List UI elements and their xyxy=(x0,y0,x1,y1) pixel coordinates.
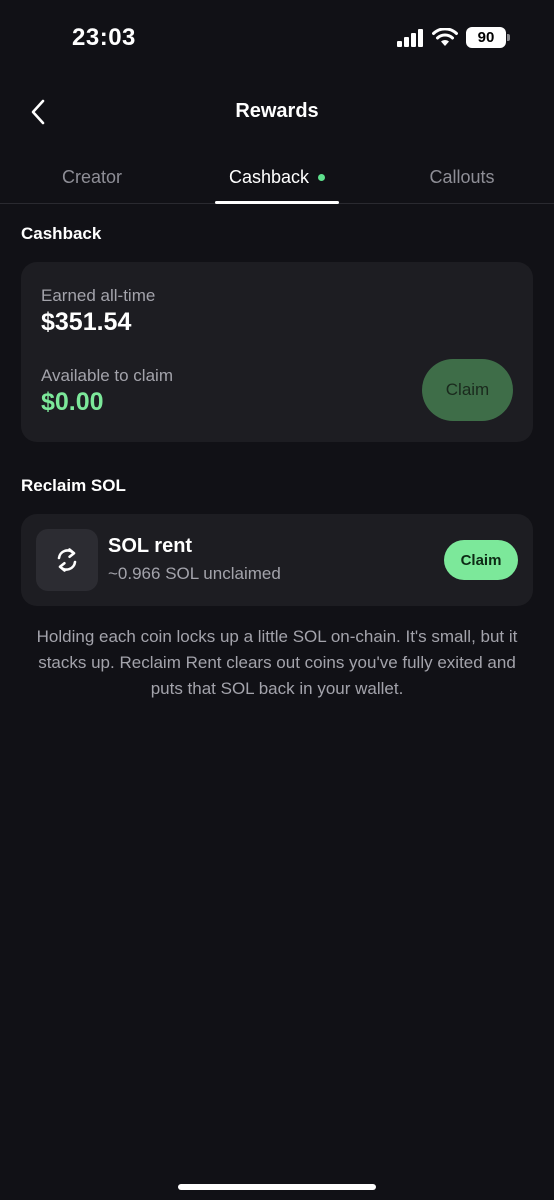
status-bar: 23:03 90 xyxy=(0,0,554,76)
status-time: 23:03 xyxy=(72,24,136,51)
refresh-icon xyxy=(57,548,77,572)
tab-notification-dot xyxy=(318,173,326,181)
earned-value: $351.54 xyxy=(41,308,132,336)
tab-callouts-label: Callouts xyxy=(429,166,495,187)
sol-rent-claim-button[interactable]: Claim xyxy=(444,540,518,580)
sol-rent-icon-box xyxy=(36,529,98,591)
tab-cashback-label: Cashback xyxy=(228,166,310,187)
sol-rent-card: SOL rent ~0.966 SOL unclaimed Claim xyxy=(21,514,533,606)
available-value: $0.00 xyxy=(41,388,104,416)
tab-callouts[interactable]: Callouts xyxy=(392,150,532,204)
sol-rent-title: SOL rent xyxy=(108,535,193,557)
tab-cashback[interactable]: Cashback xyxy=(215,150,339,204)
signal-icon xyxy=(397,28,423,47)
page-title: Rewards xyxy=(235,100,319,122)
wifi-icon xyxy=(432,28,458,46)
header: Rewards xyxy=(0,88,554,136)
cashback-section-title: Cashback xyxy=(21,224,102,243)
sol-rent-subtitle: ~0.966 SOL unclaimed xyxy=(108,564,281,583)
status-icons: 90 xyxy=(397,27,510,48)
battery-level: 90 xyxy=(477,29,495,46)
available-label: Available to claim xyxy=(41,366,173,385)
rewards-screen: 23:03 90 Rewards Creator Cashback Callou… xyxy=(0,0,554,1200)
home-indicator[interactable] xyxy=(178,1184,376,1190)
earned-label: Earned all-time xyxy=(41,286,156,305)
cashback-claim-button[interactable]: Claim xyxy=(422,359,513,421)
active-tab-indicator xyxy=(215,201,339,204)
battery-icon: 90 xyxy=(466,27,510,48)
tab-creator-label: Creator xyxy=(61,166,123,187)
cashback-card: Earned all-time $351.54 Available to cla… xyxy=(21,262,533,442)
tab-creator[interactable]: Creator xyxy=(22,150,162,204)
reclaim-section-title: Reclaim SOL xyxy=(21,476,126,495)
tab-bar: Creator Cashback Callouts xyxy=(0,150,554,204)
reclaim-info-text: Holding each coin locks up a little SOL … xyxy=(36,627,518,698)
